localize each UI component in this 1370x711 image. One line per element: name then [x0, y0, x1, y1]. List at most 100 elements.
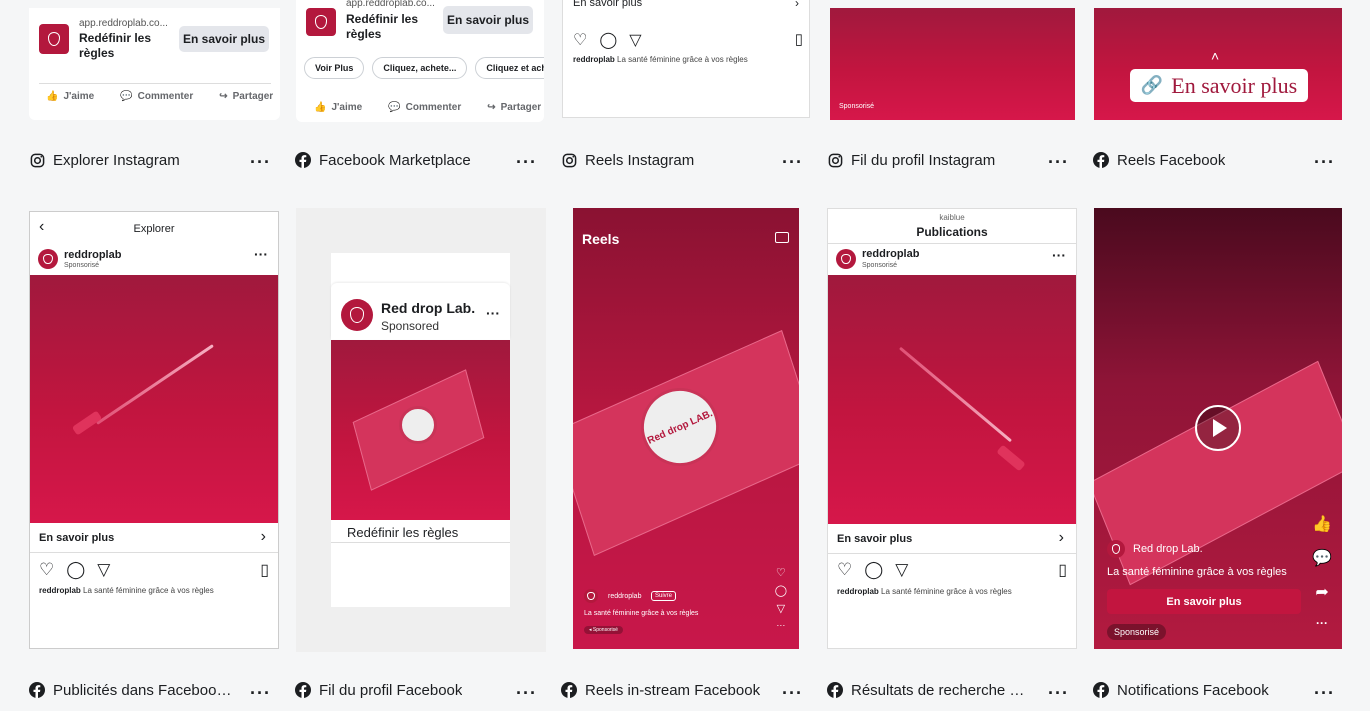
chevron-right-icon[interactable]: › [1059, 529, 1064, 547]
more-options-button[interactable]: ··· [254, 246, 268, 262]
more-options-button[interactable]: ··· [250, 683, 271, 704]
more-options-button[interactable]: ··· [782, 683, 803, 704]
divider [828, 243, 1076, 244]
learn-more-button[interactable]: En savoir plus [179, 26, 269, 52]
like-button[interactable]: 👍 J'aime [314, 102, 362, 113]
screen-header: Publications [916, 225, 988, 239]
share-button[interactable]: ↪ Partager [219, 91, 273, 102]
caption-text: La santé féminine grâce à vos règles [584, 610, 699, 617]
more-options-button[interactable]: ··· [1314, 152, 1335, 173]
share-button[interactable]: ↪ Partager [487, 102, 541, 113]
send-icon[interactable]: ▽ [97, 560, 110, 580]
preview-card-reels-instagram[interactable]: En savoir plus › ♡ ◯ ▽ ▯ reddroplab La s… [562, 0, 810, 118]
sponsored-badge: ◂ Sponsorisé [584, 626, 623, 634]
instagram-icon [827, 152, 843, 168]
learn-more-button[interactable]: En savoir plus [1107, 589, 1301, 614]
learn-more-button[interactable]: En savoir plus [443, 6, 533, 34]
more-options-button[interactable]: ··· [1048, 152, 1069, 173]
preview-card-facebook-marketplace[interactable]: app.reddroplab.co... Redéfinir les règle… [296, 0, 544, 122]
heart-icon[interactable]: ♡ [837, 560, 852, 580]
divider [39, 83, 271, 84]
more-options-button[interactable]: ··· [1316, 616, 1328, 630]
heart-icon[interactable]: ♡ [776, 566, 786, 579]
more-options-button[interactable]: ··· [782, 152, 803, 173]
link-title: Redéfinir les règles [79, 31, 152, 60]
preview-card-reels-facebook[interactable]: ˄ 🔗 En savoir plus [1094, 8, 1342, 120]
placement-label: Publicités dans Facebook ... [29, 678, 234, 702]
comment-icon[interactable]: ◯ [599, 30, 617, 50]
brand-logo [306, 8, 336, 36]
learn-more-link[interactable]: En savoir plus [39, 532, 114, 544]
ad-media [331, 340, 510, 520]
product-box [1094, 360, 1342, 586]
more-options-button[interactable]: ··· [1314, 683, 1335, 704]
camera-icon[interactable] [775, 232, 789, 243]
caption-user: reddroplab [573, 55, 615, 64]
bookmark-icon[interactable]: ▯ [1058, 560, 1067, 580]
comment-icon[interactable]: 💬 [1312, 548, 1332, 568]
like-button[interactable]: 👍 J'aime [46, 91, 94, 102]
comment-icon[interactable]: ◯ [66, 560, 85, 580]
more-options-button[interactable]: ··· [250, 152, 271, 173]
learn-more-button[interactable]: 🔗 En savoir plus [1130, 69, 1308, 102]
placement-label: Reels Facebook [1093, 148, 1293, 172]
sponsored-label: Sponsored [381, 319, 440, 333]
placement-label: Explorer Instagram [29, 148, 229, 172]
instagram-icon [29, 152, 45, 168]
preview-card-facebook-notifications[interactable]: 👍 💬 ➦ ··· Red drop Lab. La santé féminin… [1094, 208, 1342, 649]
ad-placements-preview-grid: app.reddroplab.co... Redéfinir les règle… [0, 0, 1370, 711]
heart-icon[interactable]: ♡ [39, 560, 54, 580]
facebook-icon [295, 152, 311, 168]
more-options-button[interactable]: ··· [486, 305, 500, 321]
account-name: reddroplab [64, 249, 122, 261]
link-title: Redéfinir les règles [346, 12, 419, 41]
account-name: reddroplab [862, 248, 920, 260]
comment-button[interactable]: 💬 Commenter [120, 91, 193, 102]
more-options-button[interactable]: ··· [1052, 247, 1066, 263]
share-icon[interactable]: ➦ [1315, 582, 1328, 602]
preview-card-facebook-reels-instream[interactable]: Reels Red drop LAB. reddroplab Suivre La… [573, 208, 799, 649]
follow-button[interactable]: Suivre [651, 591, 677, 601]
send-icon[interactable]: ▽ [777, 602, 785, 615]
page-name: Red drop Lab. [381, 300, 476, 316]
pill-click-buy-2[interactable]: Cliquez et ache... [475, 57, 544, 79]
comment-button[interactable]: 💬 Commenter [388, 102, 461, 113]
comment-icon: 💬 [388, 102, 401, 113]
comment-icon[interactable]: ◯ [775, 584, 787, 597]
learn-more-link[interactable]: En savoir plus [837, 533, 912, 545]
preview-card-facebook-explore-ad[interactable]: ‹ Explorer reddroplab Sponsorisé ··· En … [29, 211, 279, 649]
comment-icon[interactable]: ◯ [864, 560, 883, 580]
preview-card-explorer-instagram[interactable]: app.reddroplab.co... Redéfinir les règle… [29, 8, 280, 120]
bookmark-icon[interactable]: ▯ [795, 30, 803, 50]
bookmark-icon[interactable]: ▯ [260, 560, 269, 580]
pill-see-more[interactable]: Voir Plus [304, 57, 365, 79]
share-icon: ↪ [487, 102, 496, 113]
thumbs-up-icon[interactable]: 👍 [1312, 514, 1332, 534]
facebook-icon [1093, 152, 1109, 168]
facebook-icon [1093, 682, 1109, 698]
send-icon[interactable]: ▽ [895, 560, 908, 580]
preview-card-facebook-profile-feed[interactable]: Red drop Lab. Sponsored ··· Redéfinir le… [296, 208, 546, 652]
placement-label: Résultats de recherche Fa... [827, 678, 1032, 702]
preview-card-instagram-profile-feed[interactable]: Sponsorisé [830, 8, 1075, 120]
caption-text: La santé féminine grâce à vos règles [881, 587, 1012, 596]
preview-card-facebook-search-results[interactable]: kaiblue Publications reddroplab Sponsori… [827, 208, 1077, 649]
placement-label: Fil du profil Facebook [295, 678, 500, 702]
link-icon: 🔗 [1140, 75, 1164, 95]
chevron-up-icon[interactable]: ˄ [1211, 48, 1219, 64]
facebook-icon [827, 682, 843, 698]
send-icon[interactable]: ▽ [629, 30, 641, 50]
placement-label: Notifications Facebook [1093, 678, 1298, 702]
more-options-button[interactable]: ··· [516, 683, 537, 704]
pill-click-buy[interactable]: Cliquez, achete... [372, 57, 468, 79]
facebook-icon [295, 682, 311, 698]
placement-label: Fil du profil Instagram [827, 148, 1027, 172]
instagram-icon [561, 152, 577, 168]
more-options-button[interactable]: ··· [1048, 683, 1069, 704]
account-handle: kaiblue [939, 213, 965, 222]
more-options-button[interactable]: ··· [516, 152, 537, 173]
play-button[interactable] [1195, 405, 1241, 451]
chevron-right-icon[interactable]: › [261, 528, 266, 546]
more-options-button[interactable]: ··· [776, 620, 785, 630]
heart-icon[interactable]: ♡ [573, 30, 587, 50]
